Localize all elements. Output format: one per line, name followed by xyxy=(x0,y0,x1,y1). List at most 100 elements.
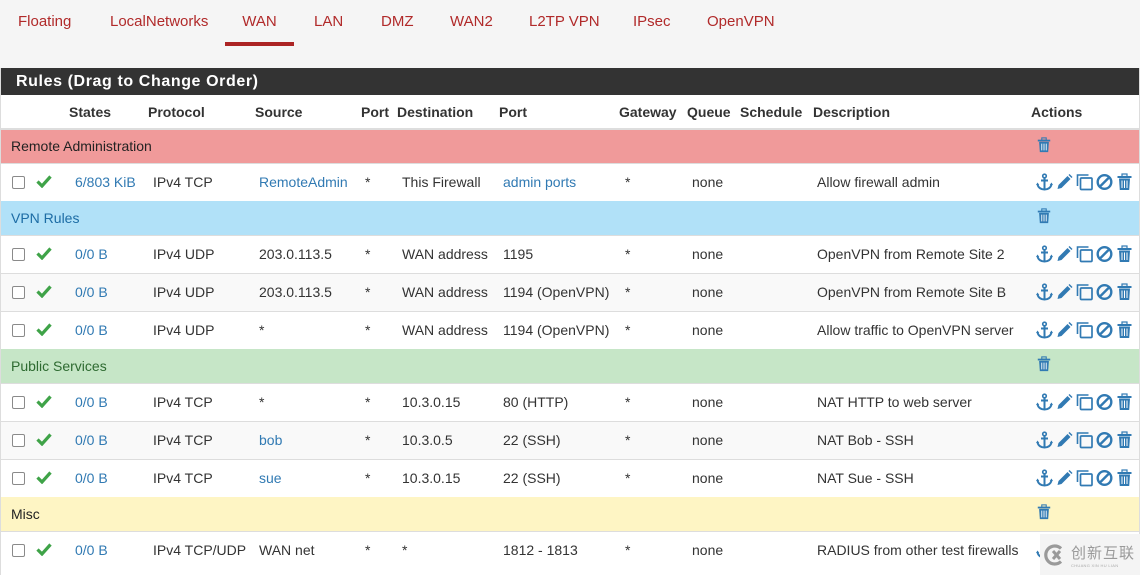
rule-checkbox[interactable] xyxy=(12,543,25,557)
tab-wan2[interactable]: WAN2 xyxy=(450,0,493,46)
trash-icon[interactable] xyxy=(1036,504,1052,521)
check-icon[interactable] xyxy=(36,174,52,189)
rule-row[interactable]: 0/0 B IPv4 UDP 203.0.113.5 * WAN address 1194… xyxy=(1,272,1139,311)
copy-icon[interactable] xyxy=(1075,469,1094,487)
tab-dmz[interactable]: DMZ xyxy=(381,0,414,46)
tab-label: L2TP VPN xyxy=(529,12,600,30)
anchor-icon[interactable] xyxy=(1035,173,1054,191)
check-icon[interactable] xyxy=(36,246,52,260)
tab-label: WAN2 xyxy=(450,12,493,30)
rule-gateway: * xyxy=(625,174,631,191)
rule-source[interactable]: sue xyxy=(259,470,282,486)
tab-l2tp-vpn[interactable]: L2TP VPN xyxy=(529,0,600,46)
disable-icon[interactable] xyxy=(1095,173,1114,191)
rule-source[interactable]: RemoteAdmin xyxy=(259,174,348,190)
rule-row[interactable]: 0/0 B IPv4 TCP bob * 10.3.0.5 22 (SSH) * none NA… xyxy=(1,420,1139,459)
copy-icon[interactable] xyxy=(1075,283,1094,301)
trash-icon[interactable] xyxy=(1115,393,1134,411)
disable-icon[interactable] xyxy=(1095,245,1114,263)
trash-icon[interactable] xyxy=(1115,321,1134,339)
anchor-icon[interactable] xyxy=(1035,245,1054,263)
rule-checkbox[interactable] xyxy=(12,395,25,409)
check-icon[interactable] xyxy=(36,322,52,337)
rule-checkbox[interactable] xyxy=(12,433,25,447)
rule-states[interactable]: 0/0 B xyxy=(75,432,108,448)
tab-label: LocalNetworks xyxy=(110,12,209,30)
pencil-icon[interactable] xyxy=(1055,283,1074,301)
check-icon[interactable] xyxy=(36,394,52,408)
tab-wan[interactable]: WAN xyxy=(225,0,294,46)
anchor-icon[interactable] xyxy=(1035,393,1054,411)
separator-row[interactable]: Remote Administration xyxy=(1,129,1139,163)
rule-queue-cell: none xyxy=(687,310,740,349)
trash-icon[interactable] xyxy=(1115,431,1134,449)
rule-row[interactable]: 0/0 B IPv4 TCP sue * 10.3.0.15 22 (SSH) * none N… xyxy=(1,458,1139,497)
pencil-icon[interactable] xyxy=(1055,431,1074,449)
trash-icon[interactable] xyxy=(1036,137,1052,154)
separator-row[interactable]: Public Services xyxy=(1,349,1139,383)
rule-queue-cell: none xyxy=(687,272,740,311)
rule-checkbox[interactable] xyxy=(12,285,25,299)
rule-states[interactable]: 0/0 B xyxy=(75,470,108,486)
tab-ipsec[interactable]: IPsec xyxy=(633,0,671,46)
separator-row[interactable]: VPN Rules xyxy=(1,201,1139,235)
pencil-icon[interactable] xyxy=(1055,173,1074,191)
tab-lan[interactable]: LAN xyxy=(314,0,343,46)
rule-row[interactable]: 0/0 B IPv4 TCP/UDP WAN net * * 1812 - 1813 * no… xyxy=(1,530,1139,569)
check-icon[interactable] xyxy=(36,284,52,298)
pencil-icon[interactable] xyxy=(1055,469,1074,487)
copy-icon[interactable] xyxy=(1075,245,1094,263)
disable-icon[interactable] xyxy=(1095,393,1114,411)
trash-icon[interactable] xyxy=(1036,356,1052,373)
check-icon[interactable] xyxy=(36,470,52,485)
rule-queue: none xyxy=(692,322,724,339)
rule-states-cell: 0/0 B xyxy=(68,234,147,273)
rule-states[interactable]: 0/0 B xyxy=(75,542,108,558)
pencil-icon[interactable] xyxy=(1055,321,1074,339)
trash-icon[interactable] xyxy=(1036,208,1052,225)
rule-row[interactable]: 0/0 B IPv4 UDP * * WAN address 1194 (OpenVPN)… xyxy=(1,310,1139,349)
trash-icon[interactable] xyxy=(1115,283,1134,301)
rule-checkbox[interactable] xyxy=(12,471,25,485)
trash-icon[interactable] xyxy=(1115,245,1134,263)
rule-source-port: * xyxy=(365,432,371,448)
rule-row[interactable]: 0/0 B IPv4 TCP * * 10.3.0.15 80 (HTTP) * none NA… xyxy=(1,382,1139,421)
anchor-icon[interactable] xyxy=(1035,431,1054,449)
rule-states[interactable]: 0/0 B xyxy=(75,284,108,300)
copy-icon[interactable] xyxy=(1075,393,1094,411)
rule-checkbox[interactable] xyxy=(12,247,25,261)
trash-icon[interactable] xyxy=(1115,469,1134,487)
rule-states[interactable]: 6/803 KiB xyxy=(75,174,136,190)
disable-icon[interactable] xyxy=(1095,283,1114,301)
rule-states[interactable]: 0/0 B xyxy=(75,322,108,338)
tab-openvpn[interactable]: OpenVPN xyxy=(707,0,775,46)
rule-source[interactable]: bob xyxy=(259,432,282,448)
anchor-icon[interactable] xyxy=(1035,469,1054,487)
separator-row[interactable]: Misc xyxy=(1,497,1139,531)
rule-gateway-cell: * xyxy=(619,234,687,273)
disable-icon[interactable] xyxy=(1095,469,1114,487)
rule-row[interactable]: 6/803 KiB IPv4 TCP RemoteAdmin * This Firewa… xyxy=(1,162,1139,201)
rule-dest-port[interactable]: admin ports xyxy=(503,174,576,190)
rule-states[interactable]: 0/0 B xyxy=(75,246,108,262)
disable-icon[interactable] xyxy=(1095,321,1114,339)
disable-icon[interactable] xyxy=(1095,431,1114,449)
pencil-icon[interactable] xyxy=(1055,393,1074,411)
rule-checkbox[interactable] xyxy=(12,175,25,189)
copy-icon[interactable] xyxy=(1075,321,1094,339)
tab-localnetworks[interactable]: LocalNetworks xyxy=(110,0,208,46)
check-icon[interactable] xyxy=(36,432,52,446)
copy-icon[interactable] xyxy=(1075,431,1094,449)
trash-icon[interactable] xyxy=(1115,173,1134,191)
copy-icon[interactable] xyxy=(1075,173,1094,191)
rule-row[interactable]: 0/0 B IPv4 UDP 203.0.113.5 * WAN address 1195… xyxy=(1,234,1139,273)
rule-states[interactable]: 0/0 B xyxy=(75,394,108,410)
rule-checkbox[interactable] xyxy=(12,323,25,337)
tab-floating[interactable]: Floating xyxy=(18,0,71,46)
pencil-icon[interactable] xyxy=(1055,245,1074,263)
rule-gateway-cell: * xyxy=(619,162,687,201)
anchor-icon[interactable] xyxy=(1035,321,1054,339)
anchor-icon[interactable] xyxy=(1035,283,1054,301)
check-icon[interactable] xyxy=(36,542,52,557)
rules-panel: Rules (Drag to Change Order) States Proto… xyxy=(0,68,1140,575)
